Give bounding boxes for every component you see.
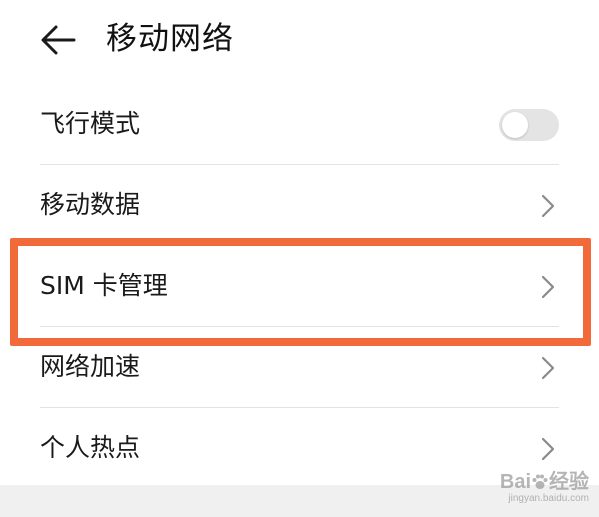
chevron-right-icon: [541, 194, 555, 218]
back-button[interactable]: [38, 22, 78, 58]
setting-label: 移动数据: [40, 190, 141, 219]
toggle-knob: [502, 112, 528, 138]
setting-label: 网络加速: [40, 352, 141, 381]
page-title: 移动网络: [106, 21, 234, 57]
setting-row-sim-management[interactable]: SIM 卡管理: [40, 246, 559, 327]
airplane-mode-toggle[interactable]: [499, 109, 559, 141]
setting-row-airplane-mode[interactable]: 飞行模式: [40, 84, 559, 165]
chevron-right-icon: [541, 275, 555, 299]
settings-list: 飞行模式 移动数据 SIM 卡管理 网络加速 个人热点: [40, 84, 559, 488]
setting-row-mobile-data[interactable]: 移动数据: [40, 165, 559, 246]
bottom-strip: [0, 485, 599, 517]
chevron-right-icon: [541, 437, 555, 461]
setting-row-network-acceleration[interactable]: 网络加速: [40, 327, 559, 408]
setting-label: 飞行模式: [40, 109, 141, 138]
chevron-right-icon: [541, 356, 555, 380]
setting-label: SIM 卡管理: [40, 271, 168, 300]
header-bar: 移动网络: [0, 0, 599, 82]
setting-label: 个人热点: [40, 433, 141, 462]
setting-row-personal-hotspot[interactable]: 个人热点: [40, 408, 559, 488]
arrow-left-icon: [41, 25, 76, 55]
